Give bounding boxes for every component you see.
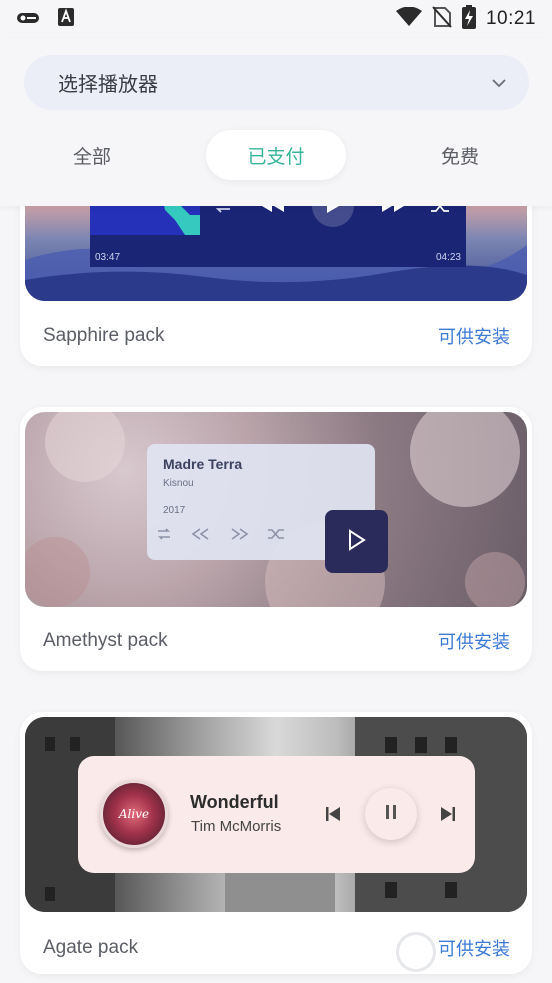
pack-preview-image: Alive Wonderful Tim McMorris (25, 717, 527, 912)
fast-forward-icon (229, 526, 249, 545)
player-select-dropdown[interactable]: 选择播放器 (24, 55, 529, 110)
time-elapsed: 03:47 (95, 252, 121, 263)
player-select-label: 选择播放器 (58, 72, 158, 96)
tab-bar: 全部 已支付 免费 (0, 130, 552, 180)
screen: 10:21 选择播放器 全部 已支付 免费 03:47 04:23 Sapphi… (0, 0, 552, 983)
time-total: 04:23 (435, 252, 461, 263)
header: 选择播放器 全部 已支付 免费 (0, 38, 552, 206)
pack-card-footer: Sapphire pack 可供安装 (20, 306, 532, 366)
play-icon (348, 528, 366, 555)
pack-preview-image: Madre Terra Kisnou 2017 (25, 412, 527, 607)
pause-icon (385, 804, 397, 824)
shuffle-icon (267, 526, 285, 545)
tab-all[interactable]: 全部 (42, 130, 142, 180)
status-bar: 10:21 (0, 0, 552, 38)
key-icon (16, 10, 40, 29)
install-status-link[interactable]: 可供安装 (438, 628, 510, 654)
pack-card-amethyst[interactable]: Madre Terra Kisnou 2017 Amethyst pack 可供… (20, 407, 532, 671)
album-art-text: Alive (118, 807, 150, 821)
pack-card-footer: Amethyst pack 可供安装 (20, 611, 532, 671)
repeat-icon (155, 526, 173, 545)
pack-name: Agate pack (43, 937, 139, 958)
battery-charging-icon (461, 5, 476, 33)
skip-next-icon (440, 806, 456, 826)
watermark-logo-icon (396, 932, 436, 972)
pack-name: Amethyst pack (43, 630, 168, 651)
track-artist: Tim McMorris (191, 818, 282, 835)
pack-name: Sapphire pack (43, 325, 165, 346)
watermark (396, 928, 546, 976)
track-artist: Kisnou (163, 478, 194, 489)
tab-free[interactable]: 免费 (410, 130, 510, 180)
text-a-icon (58, 8, 74, 30)
wifi-icon (395, 6, 422, 31)
track-title: Madre Terra (163, 456, 243, 472)
track-title: Wonderful (190, 792, 279, 812)
album-art: Alive (100, 780, 168, 848)
play-button-preview (325, 510, 388, 573)
player-widget-preview: Alive Wonderful Tim McMorris (78, 756, 475, 873)
install-status-link[interactable]: 可供安装 (438, 323, 510, 349)
skip-previous-icon (325, 806, 341, 826)
tab-paid[interactable]: 已支付 (206, 130, 346, 180)
status-time: 10:21 (485, 8, 536, 29)
pause-button-preview (365, 788, 417, 840)
chevron-down-icon (491, 73, 507, 92)
rewind-icon (191, 526, 211, 545)
no-sim-icon (432, 6, 452, 32)
